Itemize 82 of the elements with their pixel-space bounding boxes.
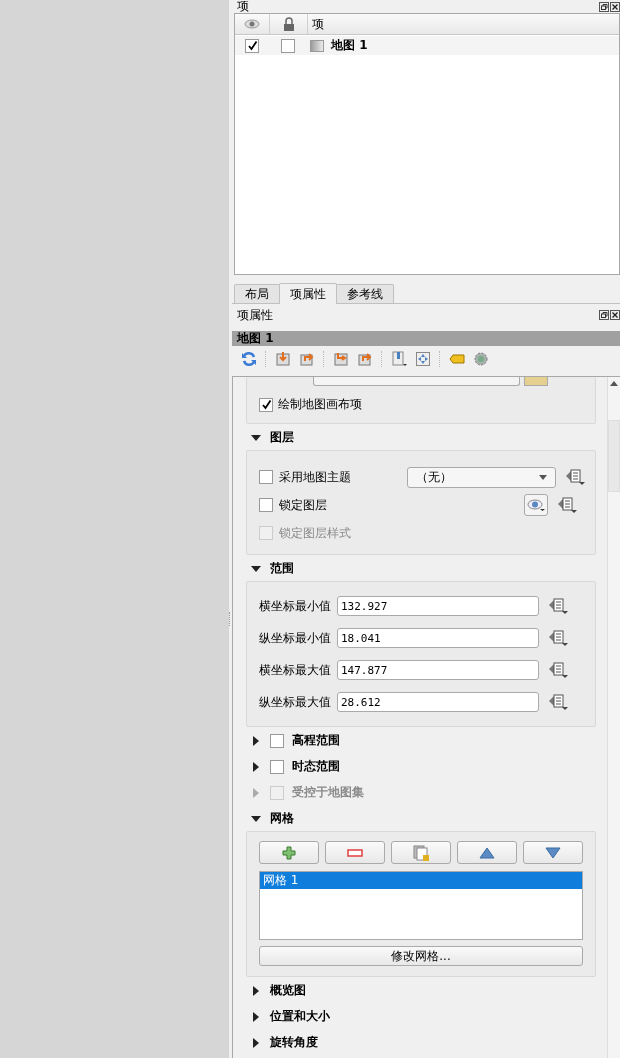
tab[interactable]: 参考线 [336,284,394,303]
map-to-scale-icon[interactable] [357,351,373,367]
panel-title: 项属性 [237,308,273,322]
section-title[interactable]: 时态范围 [292,758,340,775]
data-defined-icon[interactable] [564,468,586,486]
checkbox[interactable] [259,397,273,412]
expand-arrow-icon[interactable] [251,761,261,772]
field-label: 横坐标最大值 [259,661,332,679]
tab[interactable]: 布局 [234,284,280,303]
refresh-icon[interactable] [241,351,257,367]
add-button[interactable] [259,841,319,864]
section-title[interactable]: 概览图 [270,982,306,999]
close-icon[interactable] [610,1,620,12]
section-title[interactable]: 旋转角度 [270,1034,318,1051]
checkbox-label[interactable]: 绘制地图画布项 [278,396,362,413]
bookmark-icon[interactable] [391,351,407,367]
field-label: 横坐标最小值 [259,597,332,615]
duplicate-button[interactable] [391,841,451,864]
expand-arrow-icon[interactable] [251,1011,261,1022]
checkbox[interactable] [270,733,284,748]
theme-dropdown[interactable]: （无） [407,466,556,488]
data-defined-icon[interactable] [547,629,569,647]
section-title[interactable]: 位置和大小 [270,1008,330,1025]
minus-icon [347,848,363,857]
coordinate-field[interactable]: 28.612 [337,692,539,712]
checkbox[interactable] [280,38,295,53]
down-arrow-icon [545,846,561,859]
scroll-up-icon[interactable] [610,381,618,386]
map-item-icon [310,39,324,52]
float-icon[interactable] [599,1,609,12]
expand-arrow-icon[interactable] [251,1037,261,1048]
item-title-bar: 地图 1 [232,331,620,346]
label-icon[interactable] [449,351,465,367]
coordinate-field[interactable]: 18.041 [337,628,539,648]
collapse-arrow-icon[interactable] [251,813,261,824]
map-to-extent-icon[interactable] [299,351,315,367]
collapse-arrow-icon[interactable] [251,563,261,574]
field-label: 纵坐标最大值 [259,693,332,711]
checkbox[interactable] [270,759,284,774]
section-title[interactable]: 网格 [270,810,294,827]
close-icon[interactable] [610,310,620,320]
scrollbar[interactable] [607,377,620,1058]
move-down-button[interactable] [523,841,583,864]
coordinate-field[interactable]: 132.927 [337,596,539,616]
eye-icon [244,19,260,29]
collapse-arrow-icon[interactable] [251,432,261,443]
expand-arrow-icon[interactable] [251,735,261,746]
checkbox-label[interactable]: 锁定图层 [279,496,407,514]
data-defined-icon[interactable] [547,597,569,615]
float-icon[interactable] [599,310,609,320]
data-defined-icon[interactable] [547,693,569,711]
copy-icon [413,844,429,861]
move-up-button[interactable] [457,841,517,864]
checkbox[interactable] [259,498,273,512]
data-defined-icon[interactable] [556,496,578,514]
input-field[interactable] [313,377,520,386]
checkbox[interactable] [245,38,259,53]
coordinate-field[interactable]: 147.877 [337,660,539,680]
eye-button[interactable] [524,494,548,516]
item-name[interactable]: 地图 1 [331,37,368,54]
caret-icon[interactable] [539,474,547,480]
lock-icon [282,17,295,31]
list-item[interactable]: 网格 1 [260,872,582,889]
remove-button[interactable] [325,841,385,864]
tab[interactable]: 项属性 [279,283,337,304]
move-content-icon[interactable] [415,351,431,367]
gear-icon[interactable] [473,351,489,367]
scale-to-map-icon[interactable] [333,351,349,367]
field-label: 纵坐标最小值 [259,629,332,647]
section-title[interactable]: 高程范围 [292,732,340,749]
checkbox[interactable] [259,470,273,484]
data-defined-icon[interactable] [547,661,569,679]
splitter-handle[interactable] [229,612,232,626]
section-title[interactable]: 图层 [270,429,294,446]
checkbox-label[interactable]: 采用地图主题 [279,468,407,486]
extent-to-map-icon[interactable] [275,351,291,367]
plus-icon [282,845,296,860]
panel-title: 项 [237,0,249,13]
up-arrow-icon [479,846,495,859]
expand-arrow-icon[interactable] [251,985,261,996]
section-title[interactable]: 范围 [270,560,294,577]
modify-grid-button[interactable]: 修改网格... [259,946,583,966]
